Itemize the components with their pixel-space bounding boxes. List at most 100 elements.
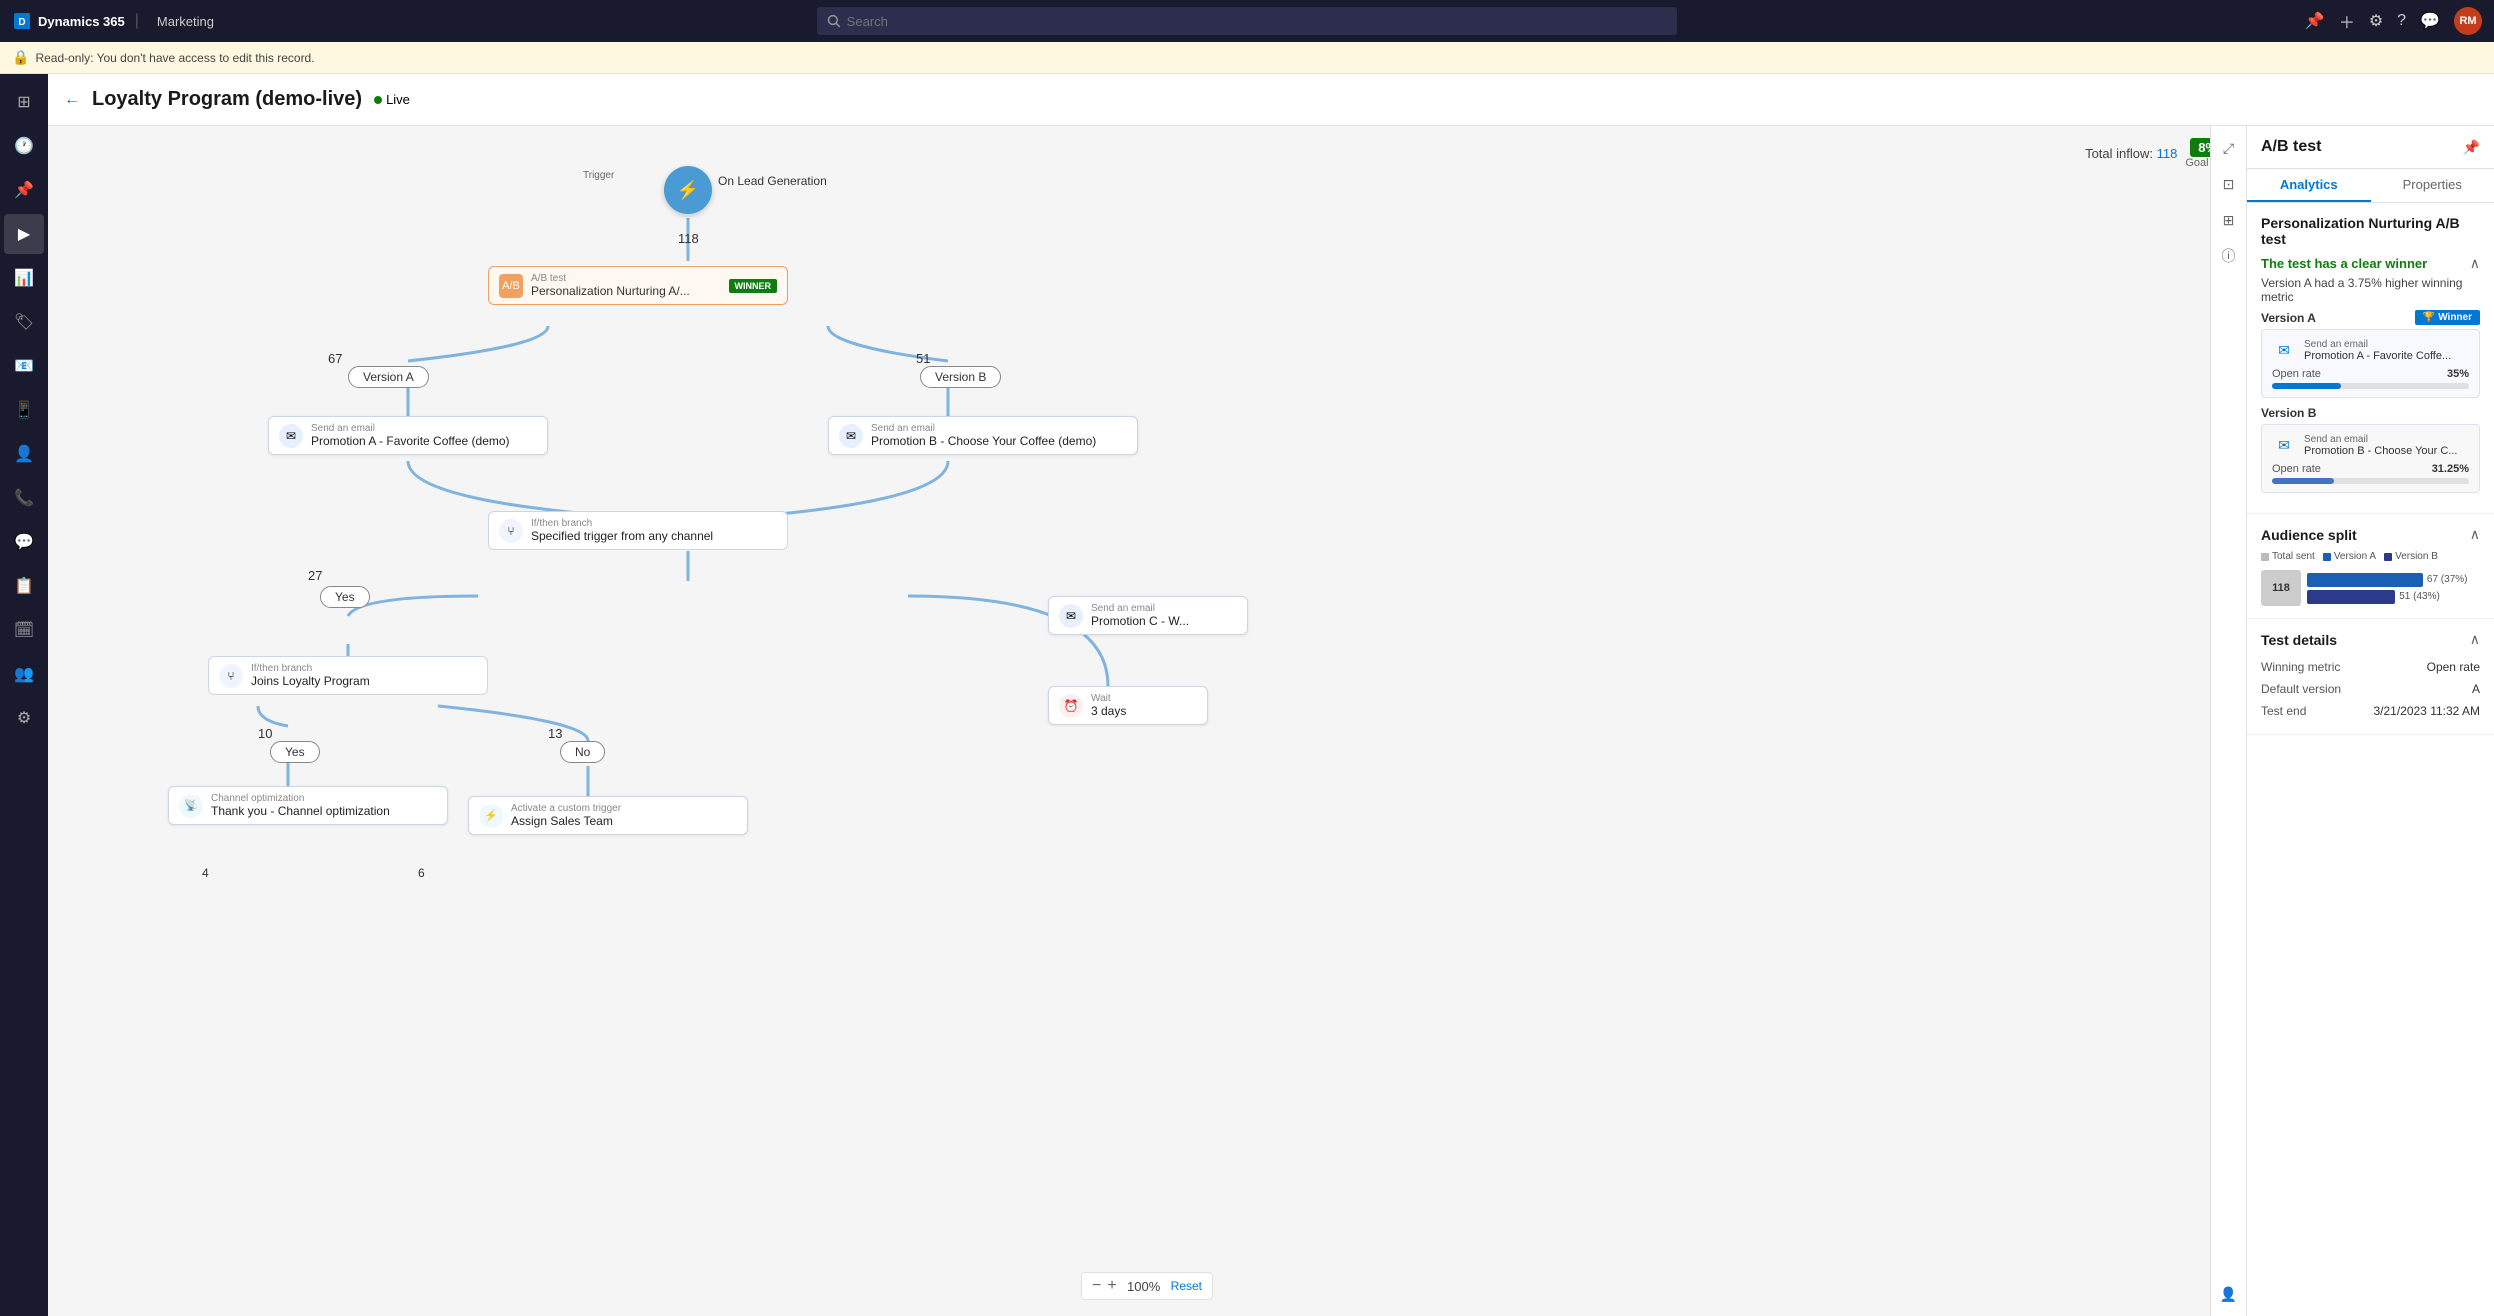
test-end-row: Test end 3/21/2023 11:32 AM [2261,700,2480,722]
channel-opt-label: Channel optimization [211,793,390,804]
loyalty-branch-node[interactable]: ⑂ If/then branch Joins Loyalty Program [208,656,488,695]
search-box[interactable] [817,7,1677,35]
winning-metric-row: Winning metric Open rate [2261,656,2480,678]
custom-trigger-label: Activate a custom trigger [511,803,621,814]
test-details-toggle[interactable]: ∧ [2470,631,2480,648]
test-end-label: Test end [2261,704,2306,718]
version-a-bar [2307,573,2423,587]
inflow-link[interactable]: 118 [2157,146,2178,161]
back-button[interactable]: ← [64,91,80,109]
journey-canvas[interactable]: Total inflow: 118 8% Goal met ⤢ ⊡ ⊞ ⓘ 👤 [48,126,2246,1316]
yes-branch-node[interactable]: Yes [320,586,370,608]
count-51: 51 [916,351,930,366]
settings-icon[interactable]: ⚙ [2369,11,2383,31]
canvas-panel: Total inflow: 118 8% Goal met ⤢ ⊡ ⊞ ⓘ 👤 [48,126,2494,1316]
yes-sub-node[interactable]: Yes [270,741,320,763]
trophy-icon: 🏆 [2423,312,2435,323]
legend-total-label: Total sent [2272,551,2315,562]
email-a-node[interactable]: ✉ Send an email Promotion A - Favorite C… [268,416,548,455]
wait-node[interactable]: ⏰ Wait 3 days [1048,686,1208,725]
tab-properties[interactable]: Properties [2371,169,2494,202]
legend-total-dot [2261,553,2269,561]
version-a-node[interactable]: Version A [348,366,429,388]
clear-winner-header: The test has a clear winner ∧ [2261,255,2480,272]
promotion-c-node[interactable]: ✉ Send an email Promotion C - W... [1048,596,1248,635]
version-b-section: Version B ✉ Send an email Promotion B - … [2261,406,2480,493]
avatar[interactable]: RM [2454,7,2482,35]
version-b-email-row: ✉ Send an email Promotion B - Choose You… [2272,433,2469,457]
legend-version-b: Version B [2384,551,2438,562]
trigger-label: Trigger [583,170,614,181]
sidebar-item-home[interactable]: ⊞ [4,82,44,122]
sidebar-item-pinned[interactable]: 📌 [4,170,44,210]
no-sub-node[interactable]: No [560,741,605,763]
version-a-card[interactable]: ✉ Send an email Promotion A - Favorite C… [2261,329,2480,398]
sidebar-item-analytics[interactable]: 📊 [4,258,44,298]
search-input[interactable] [847,14,1667,29]
ab-test-node[interactable]: A/B A/B test Personalization Nurturing A… [488,266,788,305]
promo-c-info: Send an email Promotion C - W... [1091,603,1189,628]
total-count: 118 [2272,582,2290,594]
email-b-label: Send an email [871,423,1096,434]
sidebar-item-forms[interactable]: 📋 [4,566,44,606]
sidebar-item-leads[interactable]: 📞 [4,478,44,518]
help-icon[interactable]: ? [2397,12,2406,30]
version-b-rate-row: Open rate 31.25% [2272,463,2469,475]
version-a-label: Version A [363,370,414,384]
grid-icon[interactable]: ⊞ [2215,206,2243,234]
person-icon[interactable]: 👤 [2215,1280,2243,1308]
tab-analytics[interactable]: Analytics [2247,169,2371,202]
version-a-section: Version A 🏆 Winner ✉ Send an email [2261,310,2480,398]
ab-test-section: Personalization Nurturing A/B test The t… [2247,203,2494,514]
search-icon [827,14,841,28]
channel-opt-icon: 📡 [179,794,203,818]
sidebar-item-contacts[interactable]: 👤 [4,434,44,474]
channel-opt-node[interactable]: 📡 Channel optimization Thank you - Chann… [168,786,448,825]
yes-branch-label: Yes [335,590,355,604]
info-icon[interactable]: ⓘ [2215,242,2243,270]
clear-winner-toggle[interactable]: ∧ [2470,255,2480,272]
sidebar-item-recent[interactable]: 🕐 [4,126,44,166]
email-a-label: Send an email [311,423,510,434]
winning-metric-label: Winning metric [2261,660,2340,674]
sidebar-item-sms[interactable]: 📱 [4,390,44,430]
zoom-reset-button[interactable]: Reset [1171,1279,1202,1293]
branch-icon: ⑂ [499,519,523,543]
promo-c-icon: ✉ [1059,604,1083,628]
promo-c-label: Send an email [1091,603,1189,614]
pin-icon[interactable]: 📌 [2305,11,2325,31]
fit-icon[interactable]: ⊡ [2215,170,2243,198]
version-b-progress-bg [2272,478,2469,484]
version-b-card[interactable]: ✉ Send an email Promotion B - Choose You… [2261,424,2480,493]
test-details-title: Test details [2261,632,2337,648]
status-badge: Live [374,92,410,107]
sidebar-item-settings[interactable]: ⚙ [4,698,44,738]
default-version-row: Default version A [2261,678,2480,700]
module-name: Marketing [157,14,214,29]
sidebar-item-emails[interactable]: 📧 [4,346,44,386]
sidebar-item-chat[interactable]: 💬 [4,522,44,562]
panel-pin-button[interactable]: 📌 [2463,139,2480,156]
zoom-in-button[interactable]: + [1107,1277,1116,1295]
branch-node[interactable]: ⑂ If/then branch Specified trigger from … [488,511,788,550]
notification-icon[interactable]: 💬 [2420,11,2440,31]
sidebar-item-journey[interactable]: ▶ [4,214,44,254]
version-b-bar-row: 51 (43%) [2307,590,2480,604]
canvas-header: Total inflow: 118 8% Goal met [2085,138,2230,169]
canvas-toolbar: ⤢ ⊡ ⊞ ⓘ 👤 [2210,126,2246,1316]
version-b-progress-fill [2272,478,2334,484]
custom-trigger-node[interactable]: ⚡ Activate a custom trigger Assign Sales… [468,796,748,835]
right-panel: A/B test 📌 Analytics Properties Personal… [2246,126,2494,1316]
version-b-node[interactable]: Version B [920,366,1001,388]
plus-icon[interactable]: ＋ [2339,9,2355,33]
audience-chart: 118 67 (37%) 51 (43%) [2261,570,2480,606]
audience-toggle[interactable]: ∧ [2470,526,2480,543]
trigger-node[interactable]: ⚡ [664,166,712,214]
sidebar-item-events[interactable]: 🗓 [4,610,44,650]
content-area: ← Loyalty Program (demo-live) Live Total… [48,74,2494,1316]
email-b-node[interactable]: ✉ Send an email Promotion B - Choose You… [828,416,1138,455]
zoom-out-button[interactable]: − [1092,1277,1101,1295]
expand-icon[interactable]: ⤢ [2215,134,2243,162]
sidebar-item-teams[interactable]: 👥 [4,654,44,694]
sidebar-item-segments[interactable]: 🏷 [4,302,44,342]
